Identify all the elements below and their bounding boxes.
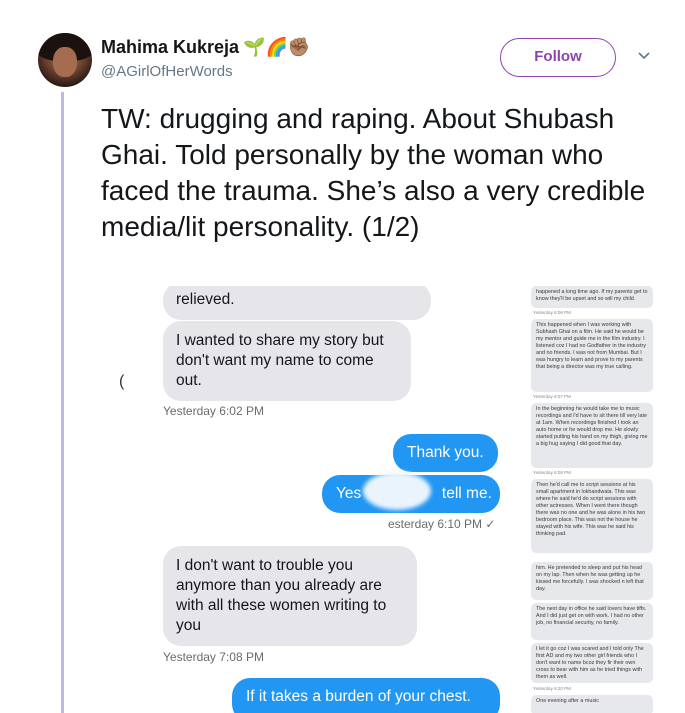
outgoing-bubble-text-start: Yes: [336, 485, 362, 502]
side-timestamp: Yesterday 6:06 PM: [533, 310, 571, 315]
outgoing-bubble-text: Thank you.: [407, 444, 484, 461]
side-screenshot: happened a long time ago. If my parents …: [531, 286, 661, 713]
tweet-media[interactable]: relieved. I wanted to share my story but…: [101, 286, 661, 713]
outgoing-bubble-text: If it takes a burden of your chest.: [246, 688, 471, 705]
incoming-bubble: I wanted to share my story but don't wan…: [163, 321, 411, 401]
side-bubble: The next day in office he said lovers ha…: [531, 603, 653, 640]
timestamp: Yesterday 6:02 PM: [163, 404, 264, 418]
thread-line: [61, 92, 64, 713]
side-bubble: In the beginning he would take me to mus…: [531, 403, 653, 468]
chevron-down-icon[interactable]: [637, 50, 651, 62]
incoming-bubble-text: I don't want to trouble you anymore than…: [176, 557, 387, 634]
side-timestamp: Yesterday 6:07 PM: [533, 394, 571, 399]
follow-button[interactable]: Follow: [500, 38, 616, 77]
avatar[interactable]: [38, 33, 92, 87]
side-bubble: One evening after a music: [531, 695, 653, 713]
avatar-face: [53, 47, 77, 77]
side-timestamp: Yesterday 6:20 PM: [533, 686, 571, 691]
author-name-text[interactable]: Mahima Kukreja: [101, 37, 239, 57]
incoming-bubble: I don't want to trouble you anymore than…: [163, 546, 417, 646]
redaction-blur: [363, 472, 431, 510]
author-emoji: 🌱🌈✊🏽: [243, 37, 311, 57]
tweet-text: TW: drugging and raping. About Shubash G…: [101, 103, 646, 242]
side-bubble: I let it go coz I was scared and I told …: [531, 643, 653, 683]
side-bubble: This happened when I was working with Su…: [531, 319, 653, 392]
side-bubble: happened a long time ago. If my parents …: [531, 286, 653, 308]
outgoing-bubble: Thank you.: [393, 434, 498, 472]
side-bubble: him. He pretended to sleep and put his h…: [531, 562, 653, 600]
side-timestamp: Yesterday 6:08 PM: [533, 470, 571, 475]
chat-screenshot: relieved. I wanted to share my story but…: [101, 286, 521, 713]
incoming-bubble-text: relieved.: [176, 291, 235, 308]
outgoing-bubble: If it takes a burden of your chest.: [232, 678, 500, 713]
author-handle[interactable]: @AGirlOfHerWords: [101, 63, 233, 80]
outgoing-bubble-text-end: tell me.: [441, 485, 492, 502]
timestamp: Yesterday 7:08 PM: [163, 650, 264, 664]
side-bubble: Then he'd call me to script sessions at …: [531, 479, 653, 553]
bracket-mark: (: [119, 373, 125, 390]
incoming-bubble-text: I wanted to share my story but don't wan…: [176, 332, 384, 389]
author-name[interactable]: Mahima Kukreja 🌱🌈✊🏽: [101, 37, 310, 58]
timestamp: esterday 6:10 PM ✓: [388, 517, 496, 531]
incoming-bubble: relieved.: [163, 286, 431, 320]
